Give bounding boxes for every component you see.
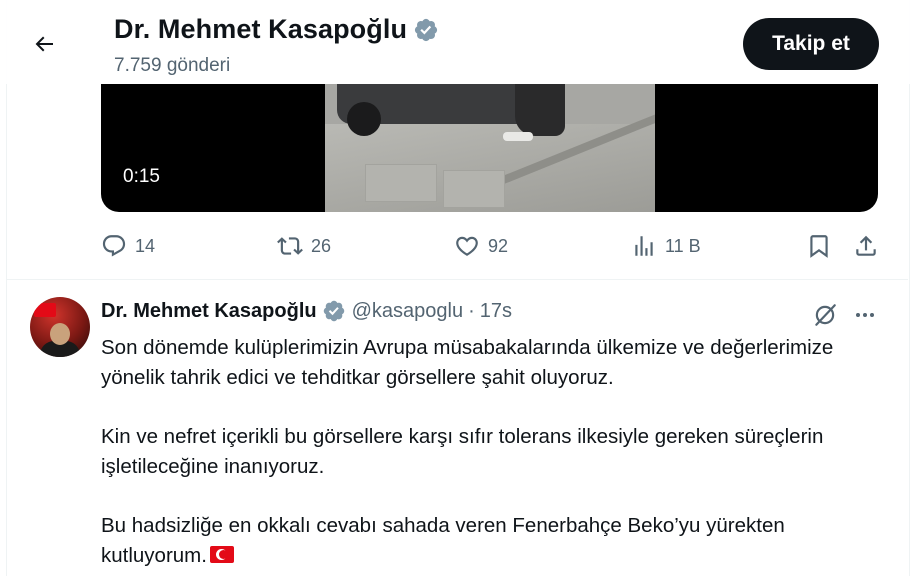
repost-count: 26	[311, 235, 332, 256]
profile-header: Dr. Mehmet Kasapoğlu 7.759 gönderi Takip…	[0, 0, 914, 84]
tweet-divider	[6, 279, 908, 280]
verified-badge-icon	[323, 300, 344, 322]
like-button[interactable]: 92	[454, 228, 508, 264]
video-player[interactable]: 0:15	[101, 84, 878, 212]
share-button[interactable]	[853, 228, 879, 264]
share-icon	[856, 235, 876, 256]
follow-button[interactable]: Takip et	[743, 18, 879, 70]
arrow-left-icon	[35, 36, 53, 52]
bookmark-button[interactable]	[806, 228, 832, 264]
turkey-flag-emoji-icon	[209, 546, 234, 563]
avatar[interactable]	[30, 297, 90, 357]
tweet-header: Dr. Mehmet Kasapoğlu @kasapoglu · 17s	[101, 299, 512, 323]
reply-count: 14	[135, 235, 156, 256]
profile-display-name: Dr. Mehmet Kasapoğlu	[114, 14, 408, 44]
video-thumbnail	[325, 84, 655, 212]
repost-icon	[277, 237, 303, 255]
more-options-button[interactable]	[850, 300, 880, 330]
video-duration: 0:15	[123, 166, 160, 187]
views-button[interactable]: 11 B	[631, 228, 701, 264]
post-count: 7.759 gönderi	[114, 55, 231, 76]
tweet-timestamp[interactable]: 17s	[480, 300, 512, 323]
verified-badge-icon	[414, 18, 438, 41]
tweet-body: Son dönemde kulüplerimizin Avrupa müsaba…	[101, 333, 891, 571]
like-count: 92	[488, 235, 509, 256]
tweet-paragraph: Son dönemde kulüplerimizin Avrupa müsaba…	[101, 336, 834, 389]
tweet-author-name[interactable]: Dr. Mehmet Kasapoğlu	[101, 300, 317, 323]
heart-icon	[456, 236, 478, 256]
grok-button[interactable]	[810, 300, 840, 330]
tweet-author-handle[interactable]: @kasapoglu	[352, 300, 463, 323]
reply-icon	[102, 235, 126, 257]
reply-button[interactable]: 14	[101, 228, 155, 264]
header-title: Dr. Mehmet Kasapoğlu	[114, 14, 439, 45]
analytics-icon	[635, 236, 653, 256]
tweet-action-bar: 14 26 92 11 B	[101, 228, 881, 264]
repost-button[interactable]: 26	[277, 228, 331, 264]
view-count: 11 B	[665, 235, 701, 256]
back-button[interactable]	[22, 24, 66, 64]
tweet-paragraph-text: Bu hadsizliğe en okkalı cevabı sahada ve…	[101, 514, 785, 567]
separator-dot: ·	[468, 299, 475, 322]
more-horizontal-icon	[856, 313, 874, 317]
bookmark-icon	[810, 235, 828, 258]
tweet-paragraph-last: Bu hadsizliğe en okkalı cevabı sahada ve…	[101, 511, 891, 571]
tweet-paragraph: Kin ve nefret içerikli bu görsellere kar…	[101, 425, 824, 478]
grok-icon	[815, 304, 836, 326]
